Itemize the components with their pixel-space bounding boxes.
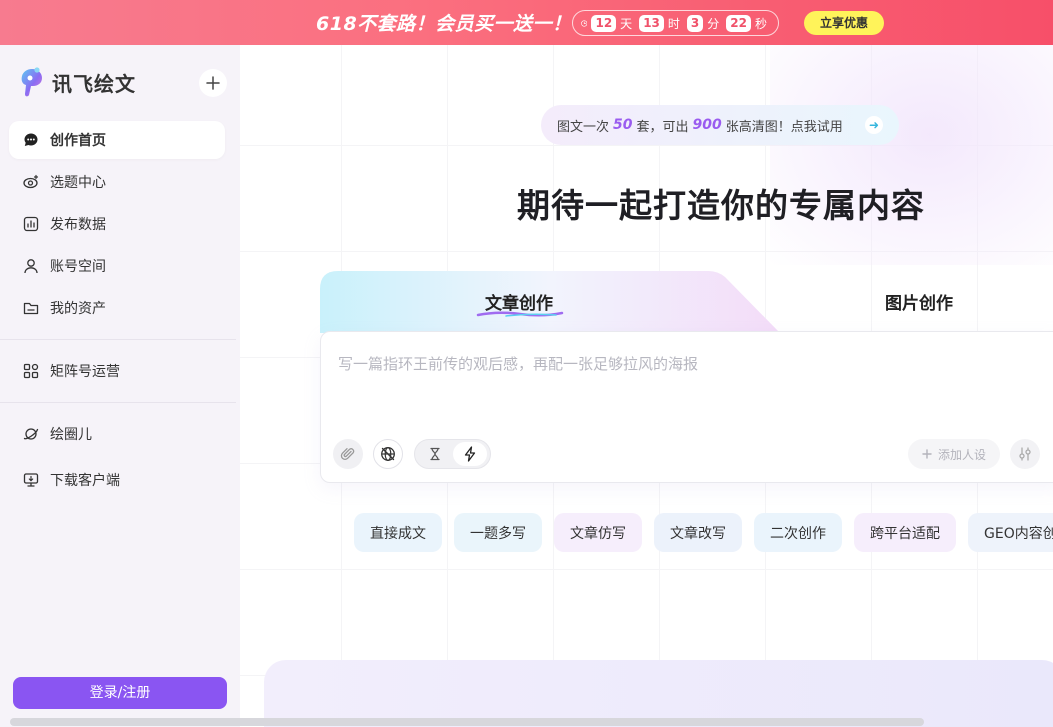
arrow-right-icon: ➜ bbox=[865, 116, 883, 134]
sidebar-item-label: 我的资产 bbox=[50, 301, 106, 317]
clock-icon bbox=[581, 19, 588, 27]
countdown-minutes-unit: 分 bbox=[707, 16, 720, 31]
attach-button[interactable] bbox=[333, 439, 363, 469]
prompt-input[interactable]: 写一篇指环王前传的观后感，再配一张足够拉风的海报 bbox=[338, 353, 698, 374]
lightning-icon[interactable] bbox=[453, 442, 487, 466]
chip-rewrite[interactable]: 文章改写 bbox=[654, 513, 742, 552]
chat-bubble-icon bbox=[23, 132, 39, 148]
promo-count-sets: 50 bbox=[613, 117, 633, 133]
promo-suffix: 张高清图！点我试用 bbox=[725, 119, 843, 135]
claim-offer-button[interactable]: 立享优惠 bbox=[804, 11, 884, 35]
grid-icon bbox=[23, 363, 39, 379]
bottom-card bbox=[264, 660, 1053, 727]
promo-pill[interactable]: 图文一次 50 套，可出 900 张高清图！点我试用 ➜ bbox=[541, 105, 899, 145]
sidebar-item-publish-data[interactable]: 发布数据 bbox=[9, 205, 225, 243]
sidebar-item-label: 下载客户端 bbox=[50, 473, 120, 489]
countdown-days: 12 bbox=[591, 14, 617, 32]
sidebar-item-account-space[interactable]: 账号空间 bbox=[9, 247, 225, 285]
sliders-icon bbox=[1019, 447, 1031, 461]
countdown-hours-unit: 时 bbox=[667, 16, 680, 31]
folder-icon bbox=[23, 300, 39, 316]
web-search-toggle[interactable] bbox=[373, 439, 403, 469]
sidebar-item-home[interactable]: 创作首页 bbox=[9, 121, 225, 159]
new-creation-button[interactable] bbox=[199, 69, 227, 97]
tab-active-underline bbox=[476, 311, 564, 317]
planet-icon bbox=[23, 426, 39, 442]
page-headline: 期待一起打造你的专属内容 bbox=[517, 186, 925, 225]
sidebar-divider bbox=[0, 402, 236, 403]
paperclip-icon bbox=[340, 448, 355, 460]
countdown-seconds: 22 bbox=[726, 14, 751, 32]
countdown-days-unit: 天 bbox=[620, 16, 633, 31]
promo-prefix: 图文一次 bbox=[557, 119, 610, 135]
countdown-timer: 12 天 13 时 3 分 22 秒 bbox=[572, 10, 779, 36]
chip-direct-article[interactable]: 直接成文 bbox=[354, 513, 442, 552]
sidebar-item-label: 选题中心 bbox=[50, 175, 106, 191]
creation-tabs: 文章创作 图片创作 bbox=[320, 271, 1053, 333]
promo-mid: 套，可出 bbox=[636, 119, 689, 135]
eye-sparkle-icon bbox=[23, 174, 39, 190]
sidebar-divider bbox=[0, 339, 236, 340]
add-persona-label: 添加人设 bbox=[937, 447, 986, 462]
horizontal-scrollbar[interactable] bbox=[10, 718, 924, 726]
countdown-minutes: 3 bbox=[686, 14, 704, 32]
chip-multi-write[interactable]: 一题多写 bbox=[454, 513, 542, 552]
sidebar-item-download-client[interactable]: 下载客户端 bbox=[9, 461, 225, 499]
logo-text: 讯飞绘文 bbox=[52, 71, 136, 96]
promo-banner[interactable]: 618不套路！会员买一送一！ 12 天 13 时 3 分 22 秒 立享优惠 bbox=[0, 0, 1053, 45]
sidebar-nav: 创作首页 选题中心 发布数据 账号空间 我的资产 矩阵号运营 绘圈儿 下载客户端 bbox=[0, 121, 236, 503]
chip-geo-content[interactable]: GEO内容创作 bbox=[968, 513, 1053, 552]
sidebar-item-label: 矩阵号运营 bbox=[50, 364, 120, 380]
settings-button[interactable] bbox=[1010, 439, 1040, 469]
plus-icon bbox=[922, 449, 932, 459]
sidebar-item-matrix[interactable]: 矩阵号运营 bbox=[9, 352, 225, 390]
prompt-editor[interactable]: 写一篇指环王前传的观后感，再配一张足够拉风的海报 添加人设 bbox=[320, 331, 1053, 483]
user-icon bbox=[23, 258, 39, 274]
sidebar: 讯飞绘文 创作首页 选题中心 发布数据 账号空间 我的资产 矩阵号运营 绘圈儿 … bbox=[0, 45, 240, 727]
countdown-hours: 13 bbox=[639, 14, 664, 32]
mode-chips: 直接成文 一题多写 文章仿写 文章改写 二次创作 跨平台适配 GEO内容创作 bbox=[354, 513, 1053, 552]
speed-mode-toggle[interactable] bbox=[414, 439, 491, 469]
add-persona-button[interactable]: 添加人设 bbox=[908, 439, 1000, 469]
promo-count-images: 900 bbox=[692, 117, 722, 133]
plus-icon bbox=[206, 76, 220, 90]
sidebar-item-circle[interactable]: 绘圈儿 bbox=[9, 415, 225, 453]
chip-imitate[interactable]: 文章仿写 bbox=[554, 513, 642, 552]
chip-cross-platform[interactable]: 跨平台适配 bbox=[854, 513, 956, 552]
hourglass-icon[interactable] bbox=[419, 443, 451, 465]
sidebar-item-assets[interactable]: 我的资产 bbox=[9, 289, 225, 327]
countdown-seconds-unit: 秒 bbox=[754, 16, 767, 31]
bar-chart-icon bbox=[23, 216, 39, 232]
brand-logo-icon bbox=[21, 67, 42, 97]
sidebar-item-label: 创作首页 bbox=[50, 133, 106, 149]
main-content: 图文一次 50 套，可出 900 张高清图！点我试用 ➜ 期待一起打造你的专属内… bbox=[240, 45, 1053, 727]
chip-secondary-creation[interactable]: 二次创作 bbox=[754, 513, 842, 552]
globe-off-icon bbox=[381, 447, 395, 461]
app-logo[interactable]: 讯飞绘文 bbox=[18, 65, 136, 99]
login-register-button[interactable]: 登录/注册 bbox=[13, 677, 227, 709]
banner-title: 618不套路！会员买一送一！ bbox=[316, 13, 572, 35]
background-glow bbox=[770, 45, 1053, 265]
sidebar-item-topics[interactable]: 选题中心 bbox=[9, 163, 225, 201]
sidebar-item-label: 账号空间 bbox=[50, 259, 106, 275]
sidebar-item-label: 发布数据 bbox=[50, 217, 106, 233]
monitor-download-icon bbox=[23, 472, 39, 488]
sidebar-item-label: 绘圈儿 bbox=[50, 427, 92, 443]
tab-image-creation[interactable]: 图片创作 bbox=[885, 289, 953, 314]
